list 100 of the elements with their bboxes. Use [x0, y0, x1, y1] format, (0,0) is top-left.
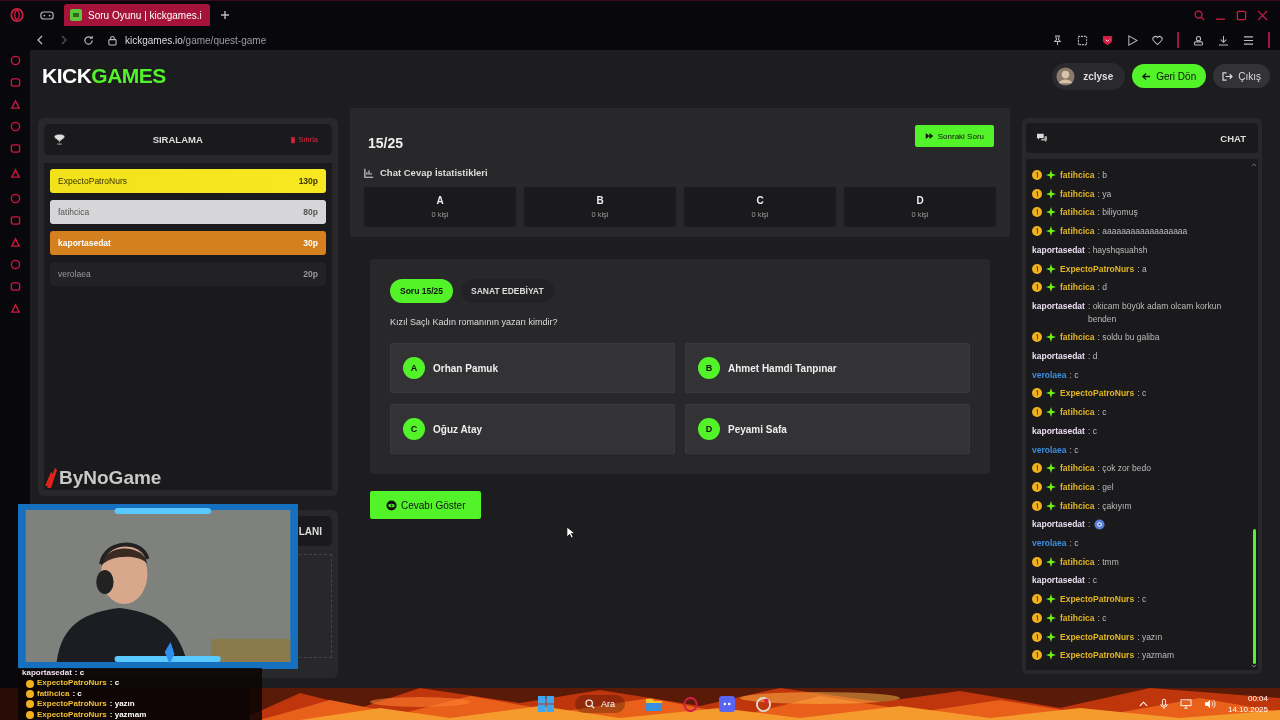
- chat-username[interactable]: kaportasedat: [1032, 350, 1085, 363]
- browser-tab[interactable]: Soru Oyunu | kickgames.i: [64, 4, 210, 26]
- sidebar-app-icon[interactable]: [9, 121, 21, 132]
- taskbar-search[interactable]: Ara: [575, 695, 625, 713]
- forward-icon[interactable]: [59, 35, 69, 45]
- back-button[interactable]: Geri Dön: [1132, 64, 1207, 88]
- sidebar-app-icon[interactable]: [9, 193, 21, 204]
- answer-option[interactable]: C Oğuz Atay: [390, 404, 675, 454]
- snapshot-icon[interactable]: [1077, 34, 1088, 46]
- chat-username[interactable]: ExpectoPatroNurs: [1060, 649, 1135, 662]
- profile-icon[interactable]: [1193, 34, 1204, 46]
- chat-username[interactable]: fatihcica: [1060, 555, 1095, 569]
- arrow-left-icon: [1142, 71, 1152, 81]
- app-icon[interactable]: [756, 696, 771, 712]
- scroll-up-icon[interactable]: [1251, 163, 1257, 167]
- chat-text: : c: [1069, 443, 1079, 457]
- caret-up-icon[interactable]: [1138, 701, 1148, 707]
- chat-username[interactable]: ExpectoPatroNurs: [1060, 262, 1135, 276]
- sidebar-app-icon[interactable]: [9, 168, 21, 179]
- user-chip[interactable]: zclyse: [1052, 62, 1126, 90]
- start-icon[interactable]: [538, 696, 554, 712]
- chat-text: : hayshqsuahsh: [1087, 243, 1148, 257]
- avatar-icon: [1056, 66, 1076, 86]
- chat-username[interactable]: fatihcica: [1060, 406, 1095, 419]
- sidebar-app-icon[interactable]: [9, 55, 21, 66]
- chat-username[interactable]: ExpectoPatroNurs: [1060, 630, 1135, 644]
- answer-option[interactable]: A Orhan Pamuk: [390, 343, 675, 393]
- question-text: Kızıl Saçlı Kadın romanının yazarı kimdir?: [390, 317, 559, 327]
- answer-option[interactable]: B Ahmet Hamdi Tanpınar: [685, 343, 970, 393]
- logout-button[interactable]: Çıkış: [1213, 64, 1270, 88]
- chat-username[interactable]: fatihcica: [1060, 225, 1095, 238]
- answer-option[interactable]: D Peyami Safa: [685, 404, 970, 454]
- answer-letter: B: [596, 195, 604, 206]
- chat-username: ExpectoPatroNurs: [37, 709, 107, 720]
- chat-username[interactable]: kaportasedat: [1032, 299, 1085, 313]
- network-icon[interactable]: [1179, 699, 1192, 709]
- sidebar-app-icon[interactable]: [9, 281, 21, 292]
- menu-icon[interactable]: [1243, 34, 1254, 46]
- site-logo[interactable]: KICKGAMES: [42, 64, 166, 88]
- chat-username[interactable]: fatihcica: [1060, 611, 1095, 625]
- chat-text: : c: [1087, 574, 1097, 588]
- search-icon: [585, 699, 595, 709]
- scroll-down-icon[interactable]: [1251, 664, 1257, 668]
- chat-username[interactable]: fatihcica: [1060, 187, 1095, 201]
- scrollbar-thumb[interactable]: [1252, 529, 1256, 664]
- sidebar-app-icon[interactable]: [9, 215, 21, 226]
- browser-logo-icon[interactable]: [10, 8, 24, 22]
- next-question-button[interactable]: Sonraki Soru: [914, 125, 994, 147]
- chat-username[interactable]: fatihcica: [1060, 462, 1095, 475]
- player-name: fatihcica: [58, 207, 90, 217]
- chat-username[interactable]: verolaea: [1032, 537, 1067, 550]
- download-icon[interactable]: [1218, 34, 1229, 46]
- chat-text: : c: [1069, 537, 1079, 550]
- chat-text: : c: [1137, 593, 1147, 606]
- clock[interactable]: 00:04 14.10.2025: [1227, 693, 1268, 715]
- chat-username[interactable]: kaportasedat: [1032, 243, 1085, 257]
- stats-title: Chat Cevap İstatistikleri: [380, 167, 488, 178]
- sidebar-app-icon[interactable]: [9, 143, 21, 154]
- new-tab-icon[interactable]: [219, 10, 230, 20]
- shield-icon[interactable]: [1102, 34, 1113, 46]
- discord-icon[interactable]: [719, 696, 735, 712]
- mouse-cursor-icon: [566, 526, 575, 539]
- search-icon[interactable]: [1194, 9, 1205, 21]
- chat-username[interactable]: kaportasedat: [1032, 518, 1085, 532]
- gamepad-icon[interactable]: [40, 9, 54, 21]
- back-icon[interactable]: [35, 35, 45, 45]
- chat-text: : biliyomuş: [1097, 206, 1138, 220]
- folder-icon[interactable]: [646, 697, 662, 711]
- chat-username[interactable]: fatihcica: [1060, 206, 1095, 220]
- chat-username[interactable]: kaportasedat: [1032, 424, 1085, 438]
- sidebar-app-icon[interactable]: [9, 99, 21, 110]
- show-answer-button[interactable]: Cevabı Göster: [370, 491, 482, 519]
- sidebar-app-icon[interactable]: [9, 77, 21, 88]
- chat-text: : yazın: [1137, 630, 1163, 644]
- sidebar-app-icon[interactable]: [9, 259, 21, 270]
- chat-username[interactable]: ExpectoPatroNurs: [1060, 593, 1135, 606]
- sidebar-app-icon[interactable]: [9, 237, 21, 248]
- chat-username[interactable]: fatihcica: [1060, 281, 1095, 294]
- chat-username[interactable]: fatihcica: [1060, 331, 1095, 345]
- chat-username[interactable]: kaportasedat: [1032, 574, 1085, 588]
- speaker-icon[interactable]: [1203, 699, 1216, 709]
- chat-username[interactable]: fatihcica: [1060, 480, 1095, 494]
- heart-icon[interactable]: [1152, 34, 1163, 46]
- chat-username[interactable]: fatihcica: [1060, 499, 1095, 513]
- chat-username[interactable]: verolaea: [1032, 443, 1067, 457]
- category-label: SANAT EDEBİYAT: [461, 279, 554, 303]
- sidebar-app-icon[interactable]: [9, 303, 21, 314]
- address-field[interactable]: kickgames.io/game/quest-game: [125, 34, 267, 46]
- browser-logo-icon[interactable]: [683, 696, 698, 712]
- chat-username[interactable]: fatihcica: [1060, 169, 1095, 182]
- maximize-icon[interactable]: [1236, 9, 1247, 21]
- trophy-icon: [54, 134, 65, 145]
- close-icon[interactable]: [1257, 9, 1268, 21]
- chat-text: : d: [1097, 281, 1107, 294]
- microphone-icon[interactable]: [1159, 698, 1168, 710]
- reload-icon[interactable]: [83, 34, 94, 46]
- send-icon[interactable]: [1127, 34, 1138, 46]
- chat-username[interactable]: verolaea: [1032, 368, 1067, 382]
- pin-icon[interactable]: [1052, 34, 1063, 46]
- chat-username[interactable]: ExpectoPatroNurs: [1060, 387, 1135, 401]
